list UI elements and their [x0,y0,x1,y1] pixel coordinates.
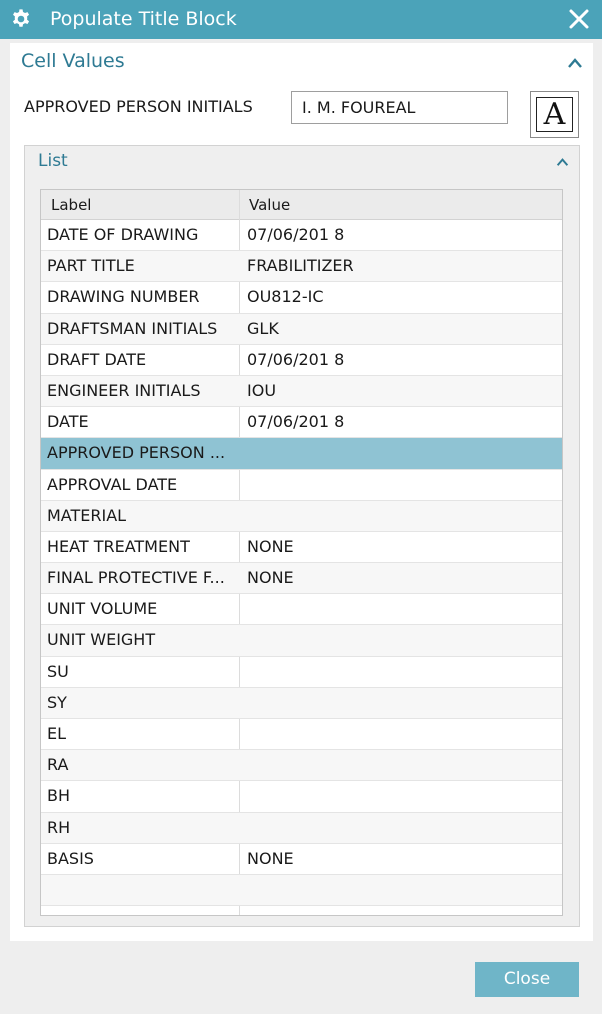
row-label: FINAL PROTECTIVE F... [47,568,225,588]
cell-values-panel: Cell Values APPROVED PERSON INITIALS A L… [10,43,593,941]
table-row[interactable]: SY [41,687,562,719]
close-icon[interactable] [568,8,590,30]
row-value[interactable]: FRABILITIZER [247,251,547,281]
table-row[interactable]: HEAT TREATMENT NONE [41,532,562,564]
list-section-title[interactable]: List [38,151,68,171]
table-row[interactable]: ENGINEER INITIALS IOU [41,375,562,408]
window-title: Populate Title Block [50,8,237,30]
column-header-value[interactable]: Value [249,190,290,220]
table-row[interactable]: DATE 07/06/201 8 [41,407,562,439]
table-row[interactable]: DATE OF DRAWING 07/06/201 8 [41,220,562,252]
table-row[interactable]: EL [41,719,562,751]
row-value[interactable]: NONE [247,844,547,874]
row-label: DATE OF DRAWING [47,225,199,244]
table-row[interactable]: APPROVED PERSON ... [41,438,562,470]
row-label: UNIT VOLUME [47,599,158,619]
table-row[interactable]: FINAL PROTECTIVE F... NONE [41,563,562,595]
table-row[interactable]: UNIT VOLUME [41,594,562,626]
table-row[interactable] [41,874,562,907]
row-value[interactable]: 07/06/201 8 [247,407,547,437]
row-value[interactable]: IOU [247,376,547,406]
table-row[interactable]: APPROVAL DATE [41,470,562,501]
row-label: UNIT WEIGHT [47,630,156,650]
table-row[interactable]: MATERIAL [41,500,562,532]
row-label: DRAFTSMAN INITIALS [47,318,218,338]
table-row[interactable]: RA [41,750,562,782]
row-label: BASIS [47,848,94,868]
row-label: RA [47,755,69,775]
row-label: HEAT TREATMENT [47,536,190,556]
column-header-label[interactable]: Label [51,190,91,220]
row-label: ENGINEER INITIALS [47,380,201,400]
row-label: RH [47,817,71,837]
chevron-up-icon[interactable] [567,57,583,69]
row-value[interactable]: 07/06/201 8 [247,345,547,375]
cell-values-section-title[interactable]: Cell Values [21,50,125,72]
table-row[interactable]: DRAFT DATE 07/06/201 8 [41,345,562,376]
row-value[interactable]: NONE [247,563,547,593]
table-row[interactable]: PART TITLE FRABILITIZER [41,251,562,283]
row-label: EL [47,724,67,743]
row-label: APPROVAL DATE [47,474,178,494]
font-letter-icon: A [536,97,573,132]
title-bar: Populate Title Block [0,0,602,39]
row-label: BH [47,786,71,806]
row-label: DRAFT DATE [47,349,147,369]
row-value[interactable]: OU812-IC [247,282,547,312]
close-button[interactable]: Close [475,962,579,997]
table-rows: DATE OF DRAWING 07/06/201 8 PART TITLE FRAB… [41,220,562,907]
cell-table: Label Value DATE OF DRAWING 07/06/201 8 PA… [40,189,563,916]
table-row[interactable]: RH [41,812,562,844]
font-style-button[interactable]: A [530,91,579,138]
row-value[interactable]: GLK [247,314,547,344]
row-label: DRAWING NUMBER [47,287,200,307]
list-group: List Label Value DATE OF DRAWING 07/06/20… [24,145,580,927]
row-label: PART TITLE [47,256,135,276]
chevron-up-icon[interactable] [556,157,569,167]
table-row[interactable]: DRAFTSMAN INITIALS GLK [41,313,562,345]
row-label: MATERIAL [47,505,127,525]
table-row[interactable]: BH [41,781,562,813]
table-header: Label Value [41,190,562,220]
row-value[interactable]: NONE [247,532,547,562]
row-label: APPROVED PERSON ... [47,443,226,463]
approved-person-initials-input[interactable] [291,91,508,124]
table-row[interactable]: SU [41,657,562,688]
table-row[interactable]: UNIT WEIGHT [41,625,562,657]
row-label: DATE [47,412,89,432]
row-value[interactable]: 07/06/201 8 [247,220,547,250]
approved-person-initials-label: APPROVED PERSON INITIALS [24,97,253,116]
table-row[interactable]: BASIS NONE [41,844,562,875]
row-label: SU [47,661,69,681]
row-label: SY [47,692,67,712]
gear-icon[interactable] [10,8,32,30]
table-row[interactable]: DRAWING NUMBER OU812-IC [41,282,562,314]
